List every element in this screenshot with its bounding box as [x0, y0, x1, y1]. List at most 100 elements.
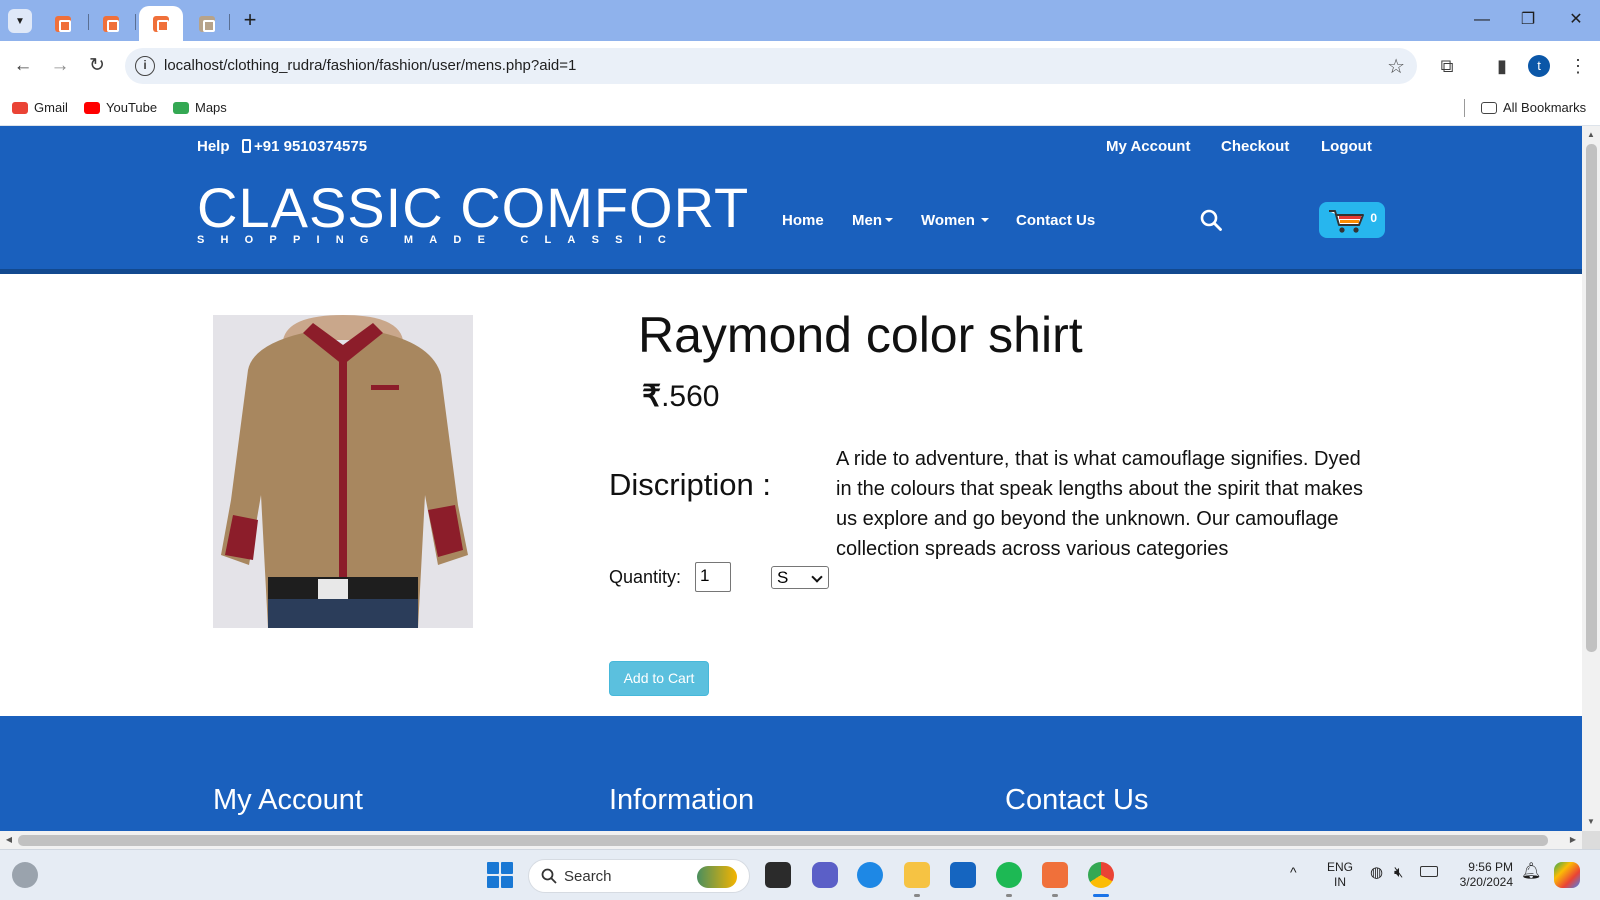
windows-taskbar: Search ^ ENG IN ◍ 🔇︎ 9:56 PM 3/20/2024 🔔… — [0, 849, 1600, 900]
tab-search-button[interactable]: ▼ — [8, 9, 32, 33]
bookmark-maps[interactable]: Maps — [173, 100, 227, 115]
scroll-down-icon[interactable]: ▼ — [1582, 813, 1600, 831]
xampp-icon[interactable] — [1042, 862, 1068, 888]
my-account-link[interactable]: My Account — [1106, 138, 1190, 155]
browser-tab[interactable] — [96, 6, 126, 41]
product-image — [213, 315, 473, 628]
phone-text: +91 9510374575 — [254, 138, 368, 155]
running-indicator — [914, 894, 920, 897]
chrome-icon[interactable] — [1088, 862, 1114, 888]
scroll-up-icon[interactable]: ▲ — [1582, 126, 1600, 144]
browser-tab-active[interactable] — [139, 6, 183, 41]
search-highlight-icon — [697, 866, 737, 888]
nav-men-label: Men — [852, 212, 882, 229]
restore-icon[interactable]: ❐ — [1516, 8, 1540, 32]
product-title: Raymond color shirt — [638, 307, 1083, 363]
bookmark-youtube[interactable]: YouTube — [84, 100, 157, 115]
quantity-input[interactable]: 1 — [695, 562, 731, 592]
horizontal-scrollbar[interactable]: ◀ ▶ — [0, 831, 1582, 849]
new-tab-button[interactable]: + — [238, 9, 262, 33]
show-hidden-icons-chevron-icon[interactable]: ^ — [1290, 865, 1297, 880]
windows-start-icon[interactable] — [487, 862, 513, 888]
shirt-illustration — [213, 315, 473, 628]
site-logo[interactable]: CLASSIC COMFORT — [197, 180, 749, 236]
task-view-icon[interactable] — [765, 862, 791, 888]
active-indicator — [1093, 894, 1109, 897]
bookmark-star-icon[interactable]: ☆ — [1387, 54, 1405, 79]
taskbar-search-placeholder: Search — [564, 868, 612, 885]
bookmark-gmail[interactable]: Gmail — [12, 100, 68, 115]
network-icon[interactable]: ◍ — [1370, 865, 1383, 880]
teams-chat-icon[interactable] — [812, 862, 838, 888]
all-bookmarks-button[interactable]: All Bookmarks — [1481, 100, 1586, 115]
file-explorer-icon[interactable] — [904, 862, 930, 888]
profile-avatar[interactable]: t — [1528, 55, 1550, 77]
add-to-cart-button[interactable]: Add to Cart — [609, 661, 709, 696]
site-topbar: Help +91 9510374575 My Account Checkout … — [0, 126, 1582, 166]
caret-down-icon — [980, 218, 989, 222]
nav-women-label: Women — [921, 212, 975, 229]
browser-tab-strip: ▼ + — ❐ ✕ — [0, 0, 1600, 41]
side-panel-icon[interactable]: ▮ — [1490, 54, 1514, 78]
address-bar[interactable]: i localhost/clothing_rudra/fashion/fashi… — [125, 48, 1417, 84]
price-value: .560 — [661, 380, 720, 413]
vertical-scrollbar[interactable]: ▲ ▼ — [1582, 126, 1600, 831]
close-icon[interactable]: ✕ — [1564, 8, 1588, 32]
nav-contact[interactable]: Contact Us — [1016, 212, 1095, 229]
maps-icon — [173, 101, 189, 114]
scroll-right-icon[interactable]: ▶ — [1564, 831, 1582, 849]
folder-icon — [1481, 101, 1497, 114]
browser-tab[interactable] — [192, 6, 222, 41]
site-info-icon[interactable]: i — [135, 56, 155, 76]
xampp-icon — [153, 15, 169, 32]
extensions-icon[interactable]: ⧉ — [1435, 54, 1459, 78]
volume-muted-icon[interactable]: 🔇︎ — [1394, 865, 1403, 880]
forward-icon[interactable]: → — [48, 54, 72, 78]
help-link[interactable]: Help — [197, 138, 230, 155]
site-footer: My Account Information Contact Us — [0, 716, 1582, 831]
search-icon — [541, 868, 557, 884]
bookmarks-separator — [1464, 99, 1465, 117]
cart-icon — [1329, 210, 1364, 233]
cart-button[interactable]: 0 — [1319, 202, 1385, 238]
running-indicator — [1006, 894, 1012, 897]
menu-kebab-icon[interactable]: ⋮ — [1566, 54, 1590, 78]
description-label: Discription : — [609, 467, 771, 502]
reload-icon[interactable]: ↻ — [85, 54, 109, 78]
minimize-icon[interactable]: — — [1470, 8, 1494, 32]
copilot-icon[interactable] — [1554, 862, 1580, 888]
edge-icon[interactable] — [857, 862, 883, 888]
horizontal-scroll-thumb[interactable] — [18, 835, 1548, 846]
region-code: IN — [1334, 875, 1346, 889]
gmail-icon — [12, 101, 28, 114]
battery-icon[interactable] — [1420, 866, 1438, 877]
clock[interactable]: 9:56 PM 3/20/2024 — [1453, 860, 1513, 890]
url-text[interactable]: localhost/clothing_rudra/fashion/fashion… — [164, 57, 576, 74]
nav-men[interactable]: Men — [852, 212, 893, 229]
tab-separator — [229, 14, 230, 30]
mail-icon[interactable] — [950, 862, 976, 888]
nav-home[interactable]: Home — [782, 212, 824, 229]
size-select[interactable]: S — [771, 566, 829, 589]
widgets-icon[interactable] — [12, 862, 38, 888]
browser-tab[interactable] — [48, 6, 78, 41]
taskbar-search[interactable]: Search — [528, 859, 750, 893]
logout-link[interactable]: Logout — [1321, 138, 1372, 155]
clock-time: 9:56 PM — [1468, 860, 1513, 874]
bookmark-label: Gmail — [34, 100, 68, 115]
search-icon[interactable] — [1200, 209, 1222, 231]
footer-heading-contact-us: Contact Us — [1005, 784, 1149, 816]
footer-heading-my-account: My Account — [213, 784, 363, 816]
language-indicator[interactable]: ENG IN — [1327, 860, 1353, 890]
back-icon[interactable]: ← — [11, 54, 35, 78]
scrollbar-corner — [1582, 831, 1600, 849]
youtube-icon — [84, 101, 100, 114]
vertical-scroll-thumb[interactable] — [1586, 144, 1597, 652]
nav-women[interactable]: Women — [921, 212, 989, 229]
spotify-icon[interactable] — [996, 862, 1022, 888]
site-header: CLASSIC COMFORT SHOPPING MADE CLASSIC Ho… — [0, 166, 1582, 274]
notification-bell-icon[interactable]: 🔔︎ — [1521, 864, 1541, 880]
browser-toolbar: ← → ↻ i localhost/clothing_rudra/fashion… — [0, 41, 1600, 91]
checkout-link[interactable]: Checkout — [1221, 138, 1289, 155]
scroll-left-icon[interactable]: ◀ — [0, 831, 18, 849]
